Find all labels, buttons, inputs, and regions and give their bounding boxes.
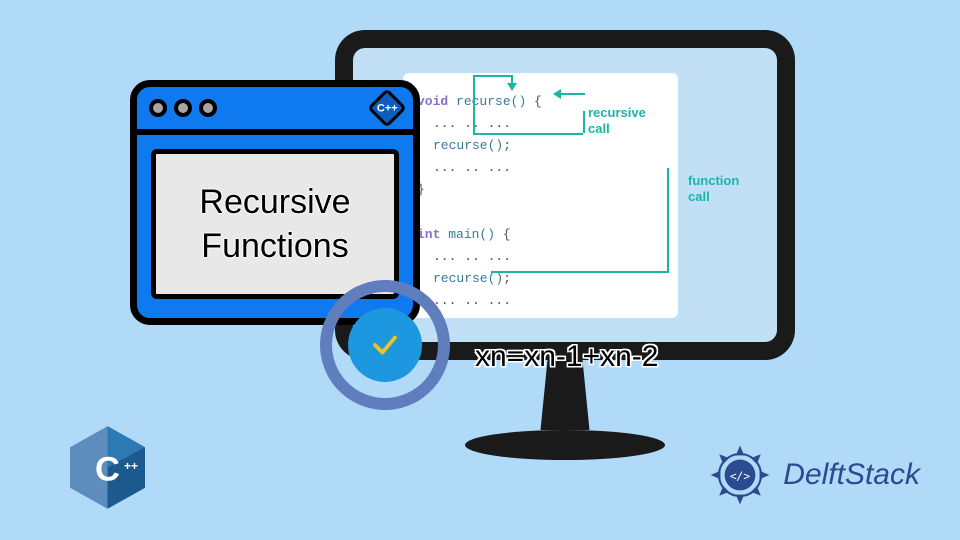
monitor-base (465, 430, 665, 460)
function-call-label: function call (688, 173, 739, 204)
traffic-dot (199, 99, 217, 117)
titlebar: C++ (137, 87, 413, 135)
gear-check-icon (348, 308, 422, 382)
topic-title: Recursive Functions (151, 149, 399, 299)
cpp-logo-text: C (95, 450, 120, 488)
traffic-lights (149, 99, 217, 117)
recurrence-formula: xn=xn-1+xn-2 (475, 340, 658, 374)
traffic-dot (149, 99, 167, 117)
delftstack-logo: </> DelftStack (705, 440, 920, 510)
svg-text:++: ++ (124, 459, 138, 473)
recursive-call-label: recursive call (588, 105, 646, 136)
delftstack-emblem-icon: </> (705, 440, 775, 510)
cpp-logo-icon: C ++ (70, 425, 145, 510)
delftstack-text: DelftStack (783, 458, 920, 492)
cycle-checkmark-icon (320, 280, 450, 410)
cpp-badge-icon: C++ (367, 88, 407, 128)
svg-text:</>: </> (730, 470, 750, 483)
traffic-dot (174, 99, 192, 117)
